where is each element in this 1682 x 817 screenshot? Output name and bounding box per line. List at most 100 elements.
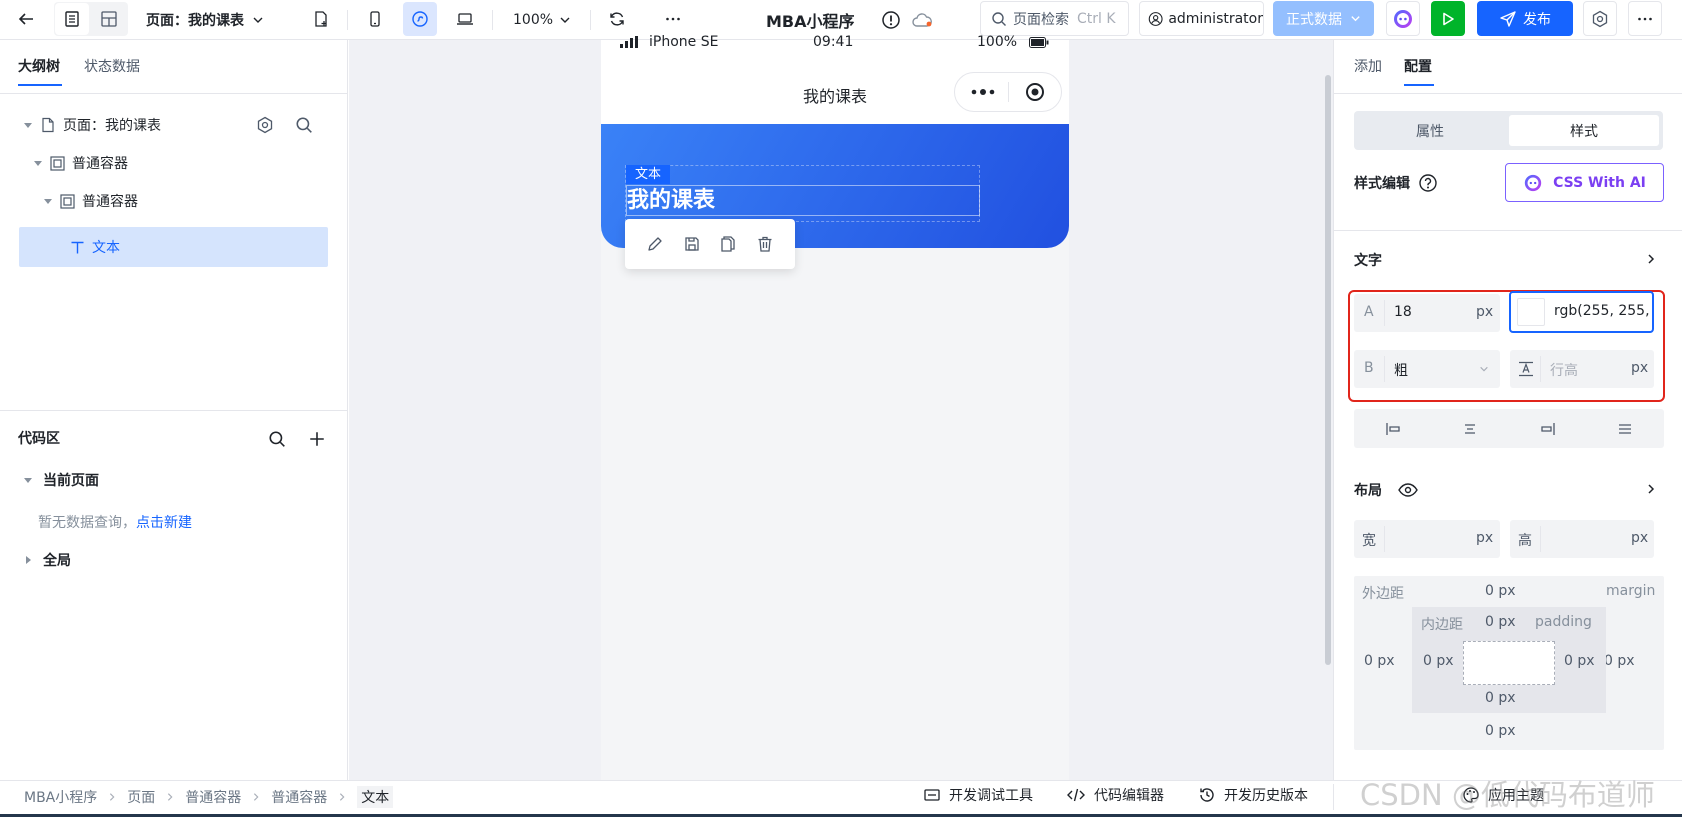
align-center-icon[interactable] bbox=[1461, 420, 1479, 438]
user-menu[interactable]: administrator bbox=[1139, 1, 1264, 36]
code-area-title: 代码区 bbox=[18, 431, 60, 447]
current-page-group[interactable]: 当前页面 bbox=[24, 461, 99, 499]
more-dots-icon[interactable] bbox=[970, 87, 996, 97]
padding-left-value[interactable]: 0 px bbox=[1423, 653, 1454, 669]
container-icon bbox=[60, 193, 75, 209]
refresh-button[interactable] bbox=[600, 2, 634, 36]
font-size-field[interactable]: A 18 px bbox=[1354, 294, 1500, 332]
help-icon[interactable] bbox=[1418, 173, 1438, 193]
margin-left-value[interactable]: 0 px bbox=[1364, 653, 1395, 669]
mobile-preview-button[interactable] bbox=[358, 2, 392, 36]
capsule-menu[interactable] bbox=[954, 72, 1062, 112]
align-justify-icon[interactable] bbox=[1616, 420, 1634, 438]
info-icon[interactable] bbox=[880, 9, 902, 31]
more-menu-button[interactable] bbox=[1628, 1, 1662, 36]
margin-top-value[interactable]: 0 px bbox=[1485, 583, 1516, 599]
breadcrumb-item[interactable]: MBA小程序 bbox=[24, 787, 97, 807]
add-page-button[interactable] bbox=[304, 2, 338, 36]
code-editor-button[interactable]: 代码编辑器 bbox=[1066, 785, 1164, 805]
page-search-input[interactable]: 页面检索 Ctrl K bbox=[980, 1, 1129, 36]
user-icon bbox=[1148, 11, 1163, 26]
text-icon bbox=[71, 241, 84, 253]
page-icon bbox=[42, 117, 54, 133]
tree-node-label: 普通容器 bbox=[82, 194, 138, 210]
ai-assistant-button[interactable] bbox=[1386, 1, 1420, 36]
tab-config[interactable]: 配置 bbox=[1404, 56, 1432, 76]
ai-bot-icon bbox=[1394, 9, 1412, 28]
back-button[interactable] bbox=[9, 2, 43, 36]
refresh-icon bbox=[610, 12, 624, 26]
margin-en-label: margin bbox=[1606, 583, 1656, 599]
send-icon bbox=[1500, 10, 1516, 27]
save-icon[interactable] bbox=[683, 235, 701, 253]
global-group[interactable]: 全局 bbox=[24, 541, 71, 579]
more-button[interactable] bbox=[656, 2, 690, 36]
padding-right-value[interactable]: 0 px bbox=[1564, 653, 1595, 669]
chevron-right-icon[interactable] bbox=[1645, 253, 1657, 265]
run-preview-button[interactable] bbox=[1431, 1, 1465, 36]
outline-view-button[interactable] bbox=[55, 3, 89, 35]
margin-right-value[interactable]: 0 px bbox=[1604, 653, 1635, 669]
gear-icon[interactable] bbox=[256, 116, 274, 134]
close-target-icon[interactable] bbox=[1025, 82, 1045, 102]
font-weight-select[interactable]: B 粗 bbox=[1354, 350, 1500, 388]
segment-properties[interactable]: 属性 bbox=[1354, 111, 1506, 150]
publish-label: 发布 bbox=[1523, 11, 1551, 28]
segment-style[interactable]: 样式 bbox=[1509, 115, 1659, 146]
padding-top-value[interactable]: 0 px bbox=[1485, 614, 1516, 630]
tree-node-container[interactable]: 普通容器 bbox=[0, 182, 348, 220]
font-color-field[interactable]: rgb(255, 255, bbox=[1509, 291, 1654, 333]
canvas-scrollbar[interactable] bbox=[1325, 75, 1331, 665]
line-height-field[interactable]: 行高 px bbox=[1510, 350, 1654, 388]
tree-node-text-selected[interactable]: 文本 bbox=[19, 227, 328, 267]
tab-state-data[interactable]: 状态数据 bbox=[84, 56, 140, 76]
tree-node-container[interactable]: 普通容器 bbox=[0, 144, 348, 182]
history-icon bbox=[1200, 788, 1214, 802]
breadcrumb-current[interactable]: 文本 bbox=[357, 786, 394, 808]
layout-view-button[interactable] bbox=[92, 2, 126, 36]
selection-badge: 文本 bbox=[626, 165, 671, 184]
plus-icon[interactable] bbox=[308, 430, 326, 448]
heading-text[interactable]: 我的课表 bbox=[626, 185, 980, 216]
desktop-preview-button[interactable] bbox=[448, 2, 482, 36]
eye-icon[interactable] bbox=[1398, 483, 1418, 497]
edit-pencil-icon[interactable] bbox=[646, 235, 664, 253]
publish-button[interactable]: 发布 bbox=[1477, 1, 1573, 36]
height-field[interactable]: 高 px bbox=[1510, 520, 1654, 558]
theme-button[interactable]: 应用主题 bbox=[1462, 785, 1544, 805]
breadcrumb: MBA小程序 页面 普通容器 普通容器 文本 bbox=[24, 786, 394, 808]
zoom-selector[interactable]: 100% bbox=[513, 0, 571, 40]
color-swatch[interactable] bbox=[1517, 298, 1545, 326]
tree-node-page[interactable]: 页面：我的课表 bbox=[0, 106, 348, 144]
code-editor-label: 代码编辑器 bbox=[1094, 788, 1164, 804]
css-with-ai-button[interactable]: CSS With AI bbox=[1505, 163, 1664, 202]
document-icon bbox=[65, 11, 79, 27]
dev-tools-button[interactable]: 开发调试工具 bbox=[923, 785, 1033, 805]
devtools-icon bbox=[924, 789, 940, 801]
tab-outline-tree[interactable]: 大纲树 bbox=[18, 56, 60, 76]
create-query-link[interactable]: 点击新建 bbox=[136, 515, 192, 531]
text-section-title: 文字 bbox=[1354, 253, 1382, 269]
history-button[interactable]: 开发历史版本 bbox=[1198, 785, 1308, 805]
left-panel: 大纲树 状态数据 页面：我的课表 普通容器 普通容器 文本 代码区 当前页面 暂… bbox=[0, 40, 348, 780]
margin-bottom-value[interactable]: 0 px bbox=[1485, 723, 1516, 739]
breadcrumb-item[interactable]: 页面 bbox=[127, 787, 155, 807]
cloud-sync-icon[interactable] bbox=[910, 9, 934, 31]
theme-label: 应用主题 bbox=[1488, 788, 1544, 804]
copy-icon[interactable] bbox=[719, 235, 737, 253]
align-left-icon[interactable] bbox=[1384, 420, 1402, 438]
search-icon[interactable] bbox=[268, 430, 286, 448]
breadcrumb-item[interactable]: 普通容器 bbox=[185, 787, 241, 807]
chevron-right-icon[interactable] bbox=[1645, 483, 1657, 495]
trash-icon[interactable] bbox=[756, 235, 774, 253]
miniprogram-preview-button[interactable] bbox=[403, 2, 437, 36]
search-icon[interactable] bbox=[295, 116, 313, 134]
env-selector[interactable]: 正式数据 bbox=[1273, 1, 1374, 36]
align-right-icon[interactable] bbox=[1539, 420, 1557, 438]
page-selector[interactable]: 页面：我的课表 bbox=[146, 0, 264, 40]
padding-bottom-value[interactable]: 0 px bbox=[1485, 690, 1516, 706]
tab-add[interactable]: 添加 bbox=[1354, 56, 1382, 76]
breadcrumb-item[interactable]: 普通容器 bbox=[271, 787, 327, 807]
settings-button[interactable] bbox=[1583, 1, 1617, 36]
width-field[interactable]: 宽 px bbox=[1354, 520, 1500, 558]
